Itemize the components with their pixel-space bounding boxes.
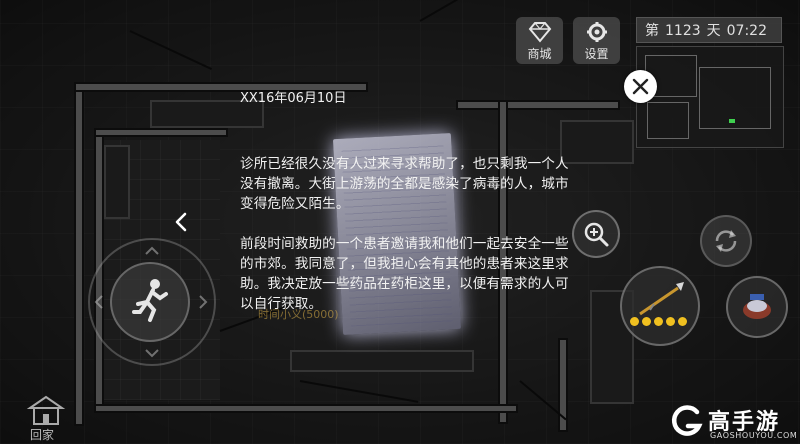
close-icon	[632, 78, 649, 95]
minimap-room	[699, 67, 771, 129]
run-button[interactable]	[110, 262, 190, 342]
house-icon	[26, 395, 66, 425]
shop-button[interactable]: 商城	[516, 17, 563, 64]
close-button[interactable]	[624, 70, 657, 103]
day-time-display: 第 1123 天 07:22	[636, 17, 782, 43]
prev-page-button[interactable]	[172, 210, 192, 234]
note-paragraph-2: 前段时间救助的一个患者邀请我和他们一起去安全一些的市郊。我同意了，但我担心会有其…	[240, 236, 569, 312]
gear-icon	[586, 22, 607, 42]
spear-icon	[639, 282, 684, 316]
chevron-left-icon	[175, 212, 187, 232]
star-icon	[630, 317, 639, 326]
brand-logo-icon	[671, 405, 703, 436]
day-number: 1123	[665, 23, 701, 39]
item-icon	[743, 294, 771, 319]
running-man-icon	[132, 279, 168, 322]
minimap-player-marker	[729, 119, 735, 123]
settings-button[interactable]: 设置	[573, 17, 620, 64]
weapon-attack-button[interactable]	[620, 266, 700, 346]
minimap-room	[647, 102, 689, 139]
home-label: 回家	[30, 428, 55, 442]
star-icon	[654, 317, 663, 326]
weapon-star-rating	[630, 317, 690, 327]
minimap[interactable]	[636, 46, 784, 148]
arrow-up-icon	[145, 246, 159, 255]
clock: 07:22	[726, 23, 767, 39]
diamond-icon	[528, 22, 551, 43]
arrow-right-icon	[199, 295, 208, 309]
shop-label: 商城	[527, 47, 552, 61]
day-prefix: 第	[645, 23, 659, 39]
day-suffix: 天	[706, 23, 721, 39]
arrow-left-icon	[94, 295, 103, 309]
magnifier-plus-icon	[584, 222, 609, 247]
note-paragraph-1: 诊所已经很久没有人过来寻求帮助了，也只剩我一个人没有撤离。大街上游荡的全都是感染…	[240, 156, 569, 212]
search-button[interactable]	[572, 210, 620, 258]
player-name-tag: 时间小义(5000)	[258, 308, 339, 321]
arrow-down-icon	[145, 349, 159, 358]
star-icon	[678, 317, 687, 326]
watermark-domain: GAOSHOUYOU.COM	[710, 431, 798, 440]
settings-label: 设置	[584, 47, 609, 61]
watermark: 高手游 GAOSHOUYOU.COM	[670, 402, 798, 442]
star-icon	[642, 317, 651, 326]
swap-weapon-button[interactable]	[700, 215, 752, 267]
swap-arrows-icon	[715, 230, 737, 252]
item-use-button[interactable]	[726, 276, 788, 338]
home-button[interactable]: 回家	[26, 394, 66, 442]
note-date: XX16年06月10日	[240, 91, 347, 106]
star-icon	[666, 317, 675, 326]
